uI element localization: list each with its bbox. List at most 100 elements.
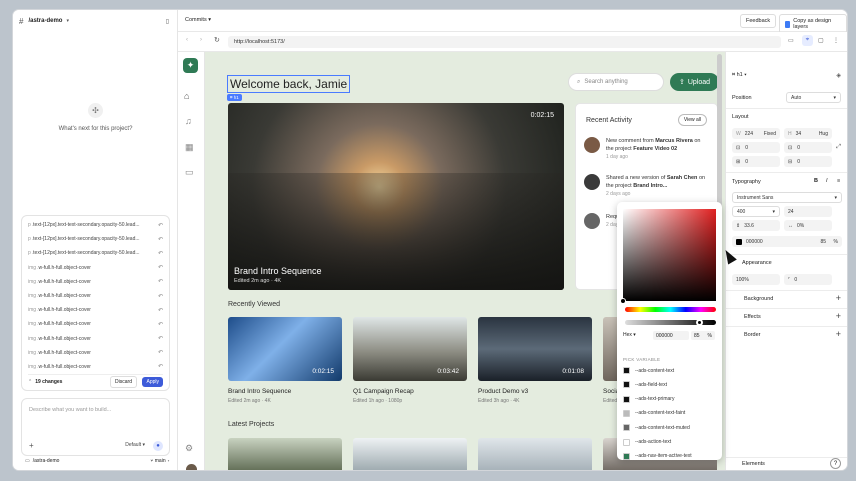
undo-icon[interactable]: ↶ [158, 307, 163, 314]
font-select[interactable]: Instrument Sans ▾ [732, 192, 842, 203]
change-item[interactable]: img. w-full.h-full.object-cover ↶ [22, 289, 169, 303]
change-item[interactable]: img. w-full.h-full.object-cover ↶ [22, 303, 169, 317]
undo-icon[interactable]: ↶ [158, 264, 163, 271]
settings-icon[interactable]: ⚙ [185, 443, 193, 454]
video-title[interactable]: Product Demo v3 [478, 388, 528, 395]
height-field[interactable]: H 34 Hug [784, 128, 832, 139]
add-effect-icon[interactable]: + [836, 311, 841, 321]
letter-spacing-field[interactable]: ↔ 0% [784, 220, 832, 231]
opacity-handle[interactable] [696, 319, 703, 326]
music-icon[interactable]: ♫ [185, 116, 192, 126]
discard-button[interactable]: Discard [110, 375, 137, 388]
sidebar-toggle-icon[interactable]: ▯ [166, 18, 169, 25]
expand-icon[interactable]: ⤢ [836, 144, 841, 151]
align-icon[interactable]: ≡ [837, 178, 840, 184]
video-thumbnail[interactable]: 0:01:08 [478, 317, 592, 381]
change-item[interactable]: img. w-full.h-full.object-cover ↶ [22, 332, 169, 346]
elements-label[interactable]: Elements [742, 461, 765, 467]
activity-item[interactable]: Shared a new version of Sarah Chen on th… [584, 174, 716, 198]
hue-slider[interactable] [625, 307, 716, 312]
inspect-icon[interactable]: ⌖ [802, 35, 813, 46]
comment-icon[interactable]: ▢ [818, 37, 824, 44]
component-icon[interactable]: ◈ [836, 72, 841, 79]
feedback-button[interactable]: Feedback [740, 14, 777, 28]
video-title[interactable]: Brand Intro Sequence [228, 388, 291, 395]
reload-icon[interactable]: ↻ [214, 36, 220, 44]
project-header[interactable]: # /astra-demo ▾ ▯ [19, 15, 169, 27]
inspector-tag[interactable]: ⌗ h1 ▾ [732, 72, 747, 79]
color-variable-item[interactable]: --ads-action-text [623, 436, 671, 449]
radius-field[interactable]: ⌜ 0 [784, 274, 832, 285]
alpha-input[interactable]: 85% [691, 331, 715, 340]
opacity-field[interactable]: 100% [732, 274, 780, 285]
plus-icon[interactable]: + [29, 441, 34, 450]
url-field[interactable]: http://localhost:5173/ [228, 36, 781, 48]
user-avatar[interactable] [186, 464, 197, 470]
footer-repo[interactable]: /astra-demo [33, 458, 60, 464]
change-item[interactable]: p. text-[12px].text-text-secondary.opacit… [22, 232, 169, 246]
text-color-field[interactable]: 000000 85% [732, 236, 842, 247]
undo-icon[interactable]: ↶ [158, 236, 163, 243]
change-item[interactable]: p. text-[12px].text-text-secondary.opacit… [22, 246, 169, 260]
model-select[interactable]: Default ▾ [125, 442, 145, 448]
saturation-handle[interactable] [620, 298, 626, 304]
video-thumbnail[interactable]: 0:02:15 [228, 317, 342, 381]
help-icon[interactable]: ? [830, 458, 841, 469]
copy-design-button[interactable]: Copy as design layers [779, 14, 847, 34]
color-variable-item[interactable]: --ads-content-text [623, 364, 674, 377]
italic-icon[interactable]: I [826, 178, 828, 184]
change-item[interactable]: img. w-full.h-full.object-cover ↶ [22, 317, 169, 331]
back-icon[interactable]: ‹ [186, 37, 188, 43]
activity-item[interactable]: New comment from Marcus Rivera on the pr… [584, 137, 716, 161]
undo-icon[interactable]: ↶ [158, 349, 163, 356]
upload-button[interactable]: ⇪ Upload [670, 73, 719, 91]
device-icon[interactable]: ▭ [788, 37, 794, 44]
undo-icon[interactable]: ↶ [158, 222, 163, 229]
position-select[interactable]: Auto ▾ [786, 92, 841, 103]
color-variable-item[interactable]: --ads-nav-item-active-text [623, 450, 692, 463]
width-field[interactable]: W 224 Fixed [732, 128, 780, 139]
margin-field[interactable]: ⊡ 0 [784, 142, 832, 153]
undo-icon[interactable]: ↶ [158, 363, 163, 370]
project-thumb[interactable] [228, 438, 342, 470]
change-item[interactable]: img. w-full.h-full.object-cover ↶ [22, 360, 169, 374]
undo-icon[interactable]: ↶ [158, 321, 163, 328]
gap-field[interactable]: ⊞ 0 [732, 156, 780, 167]
project-thumb[interactable] [478, 438, 592, 470]
size-field[interactable]: 24 [784, 206, 832, 217]
project-thumb[interactable] [353, 438, 467, 470]
undo-icon[interactable]: ↶ [158, 278, 163, 285]
apply-button[interactable]: Apply [142, 376, 163, 387]
saturation-area[interactable] [623, 209, 716, 301]
branch-selector[interactable]: ⑂ main ▾ [150, 458, 170, 464]
padding-field[interactable]: ⊡ 0 [732, 142, 780, 153]
add-border-icon[interactable]: + [836, 329, 841, 339]
undo-icon[interactable]: ↶ [158, 293, 163, 300]
welcome-heading[interactable]: Welcome back, Jamie [227, 75, 351, 93]
chevron-up-icon[interactable]: ⌃ [28, 379, 32, 385]
add-background-icon[interactable]: + [836, 293, 841, 303]
color-variable-item[interactable]: --ads-field-text [623, 378, 667, 391]
video-title[interactable]: Q1 Campaign Recap [353, 388, 414, 395]
more-icon[interactable]: ⋮ [833, 37, 839, 44]
home-icon[interactable]: ⌂ [184, 91, 189, 101]
microphone-icon[interactable]: ● [153, 441, 163, 451]
color-variable-item[interactable]: --ads-content-text-faint [623, 407, 685, 420]
folder-icon[interactable]: ▭ [185, 167, 194, 178]
hex-input[interactable]: 000000 [653, 331, 689, 340]
weight-select[interactable]: 400 ▾ [732, 206, 780, 217]
line-height-field[interactable]: ⇕ 33.6 [732, 220, 780, 231]
forward-icon[interactable]: › [200, 37, 202, 43]
film-icon[interactable]: ▦ [185, 142, 194, 153]
site-logo-icon[interactable]: ✦ [183, 58, 198, 73]
view-all-button[interactable]: View all [677, 114, 707, 126]
color-variable-item[interactable]: --ads-text-primary [623, 393, 674, 406]
prompt-box[interactable]: Describe what you want to build... + Def… [21, 398, 170, 456]
chevron-down-icon[interactable]: ▾ [66, 18, 69, 24]
change-item[interactable]: img. w-full.h-full.object-cover ↶ [22, 346, 169, 360]
prompt-input[interactable]: Describe what you want to build... [29, 407, 111, 413]
color-variable-item[interactable]: --ads-content-text-muted [623, 421, 690, 434]
change-item[interactable]: p. text-[12px].text-text-secondary.opacit… [22, 218, 169, 232]
spacing-field[interactable]: ⊟ 0 [784, 156, 832, 167]
site-search[interactable]: ⌕ Search anything [568, 73, 664, 91]
